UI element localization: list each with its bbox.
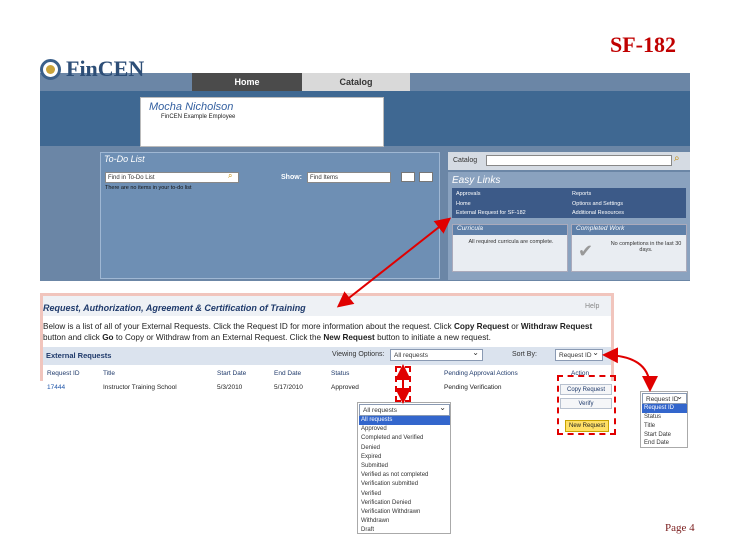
curricula-title: Curricula bbox=[453, 225, 567, 235]
viewing-options-label: Viewing Options: bbox=[332, 351, 385, 358]
completed-work-title: Completed Work bbox=[572, 225, 686, 235]
status-highlight bbox=[395, 366, 411, 402]
catalog-search-bar: Catalog ⌕ bbox=[448, 152, 690, 170]
sort-dropdown-select[interactable]: Request ID bbox=[642, 391, 687, 404]
profile-subtitle: FinCEN Example Employee bbox=[161, 114, 236, 120]
dropdown-option[interactable]: End Date bbox=[642, 439, 687, 448]
checkmark-icon: ✔ bbox=[578, 241, 594, 261]
dropdown-option[interactable]: Request ID bbox=[642, 404, 687, 414]
todo-show-label: Show: bbox=[281, 174, 302, 181]
todo-panel: To-Do List Find in To-Do List ⌕ Show: Fi… bbox=[100, 152, 440, 279]
requests-title: Request, Authorization, Agreement & Cert… bbox=[43, 303, 306, 313]
dropdown-option[interactable]: Denied bbox=[359, 444, 450, 453]
request-end-date: 5/17/2010 bbox=[274, 384, 303, 391]
col-end-date[interactable]: End Date bbox=[274, 370, 301, 377]
dropdown-option[interactable]: Verification submitted bbox=[359, 480, 450, 489]
curricula-card: Curricula All required curricula are com… bbox=[452, 224, 568, 272]
dropdown-option[interactable]: Expired bbox=[359, 453, 450, 462]
tab-home[interactable]: Home bbox=[192, 73, 302, 91]
request-start-date: 5/3/2010 bbox=[217, 384, 243, 391]
easy-link[interactable]: Home bbox=[456, 201, 471, 207]
completed-work-text: No completions in the last 30 days. bbox=[610, 241, 682, 253]
profile-card: Mocha Nicholson FinCEN Example Employee bbox=[140, 97, 384, 147]
col-pending-actions: Pending Approval Actions bbox=[444, 370, 518, 377]
dropdown-option[interactable]: All requests bbox=[359, 416, 450, 426]
dropdown-option[interactable]: Verified as not completed bbox=[359, 471, 450, 480]
tab-catalog[interactable]: Catalog bbox=[302, 73, 410, 91]
curricula-text: All required curricula are complete. bbox=[468, 239, 554, 245]
request-title: Instructor Training School bbox=[103, 384, 177, 391]
search-icon[interactable]: ⌕ bbox=[674, 153, 680, 164]
easy-link[interactable]: Approvals bbox=[456, 191, 480, 197]
list-view-icon[interactable] bbox=[401, 172, 415, 182]
todo-show-select[interactable]: Find Items bbox=[307, 172, 391, 183]
logo-text: FinCEN bbox=[66, 56, 145, 81]
dropdown-option[interactable]: Approved bbox=[359, 425, 450, 434]
todo-title: To-Do List bbox=[104, 154, 145, 164]
col-status[interactable]: Status bbox=[331, 370, 349, 377]
easy-link-external-request[interactable]: External Request for SF-182 bbox=[456, 210, 526, 216]
catalog-search-input[interactable] bbox=[486, 155, 672, 166]
easy-links-title: Easy Links bbox=[452, 175, 501, 186]
page-number: Page 4 bbox=[665, 522, 695, 534]
col-title[interactable]: Title bbox=[103, 370, 115, 377]
dropdown-option[interactable]: Completed and Verified bbox=[359, 434, 450, 443]
todo-search-input[interactable]: Find in To-Do List bbox=[105, 172, 239, 183]
col-request-id[interactable]: Request ID bbox=[47, 370, 80, 377]
status-dropdown-select[interactable]: All requests bbox=[359, 402, 450, 416]
dropdown-option[interactable]: Title bbox=[642, 422, 687, 431]
status-dropdown-list: All requests All requests Approved Compl… bbox=[357, 402, 451, 534]
dropdown-option[interactable]: Submitted bbox=[359, 462, 450, 471]
slide-code: SF-182 bbox=[610, 32, 676, 57]
grid-view-icon[interactable] bbox=[419, 172, 433, 182]
sort-dropdown-list: Request ID Request ID Status Title Start… bbox=[640, 391, 688, 448]
todo-empty-text: There are no items in your to-do list bbox=[105, 185, 192, 191]
request-status: Approved bbox=[331, 384, 359, 391]
external-requests-title: External Requests bbox=[46, 351, 112, 360]
completed-work-card: Completed Work ✔ No completions in the l… bbox=[571, 224, 687, 272]
col-start-date[interactable]: Start Date bbox=[217, 370, 246, 377]
dropdown-option[interactable]: Status bbox=[642, 413, 687, 422]
dropdown-option[interactable]: Withdrawn bbox=[359, 517, 450, 526]
catalog-label: Catalog bbox=[453, 157, 478, 164]
nav-tabs: Home Catalog bbox=[192, 73, 410, 91]
sort-by-select[interactable]: Request ID bbox=[555, 347, 603, 361]
dropdown-option[interactable]: Draft bbox=[359, 526, 450, 535]
easy-link[interactable]: Additional Resources bbox=[572, 210, 624, 216]
new-request-button[interactable]: New Request bbox=[565, 420, 609, 432]
profile-name: Mocha Nicholson bbox=[149, 101, 234, 113]
help-link[interactable]: Help bbox=[585, 303, 599, 310]
viewing-options-select[interactable]: All requests bbox=[390, 347, 483, 361]
easy-links-box: Approvals Reports Home Options and Setti… bbox=[452, 188, 686, 218]
sort-by-label: Sort By: bbox=[512, 351, 537, 358]
search-icon[interactable]: ⌕ bbox=[228, 171, 232, 181]
requests-description: Below is a list of all of your External … bbox=[43, 322, 593, 342]
easy-link[interactable]: Reports bbox=[572, 191, 591, 197]
easy-link[interactable]: Options and Settings bbox=[572, 201, 623, 207]
fincen-logo: FinCEN bbox=[40, 56, 160, 83]
request-pending: Pending Verification bbox=[444, 384, 502, 391]
dropdown-option[interactable]: Verification Withdrawn bbox=[359, 508, 450, 517]
dropdown-option[interactable]: Verification Denied bbox=[359, 499, 450, 508]
dropdown-option[interactable]: Verified bbox=[359, 490, 450, 499]
request-id-link[interactable]: 17444 bbox=[47, 384, 65, 391]
seal-icon bbox=[40, 59, 61, 80]
